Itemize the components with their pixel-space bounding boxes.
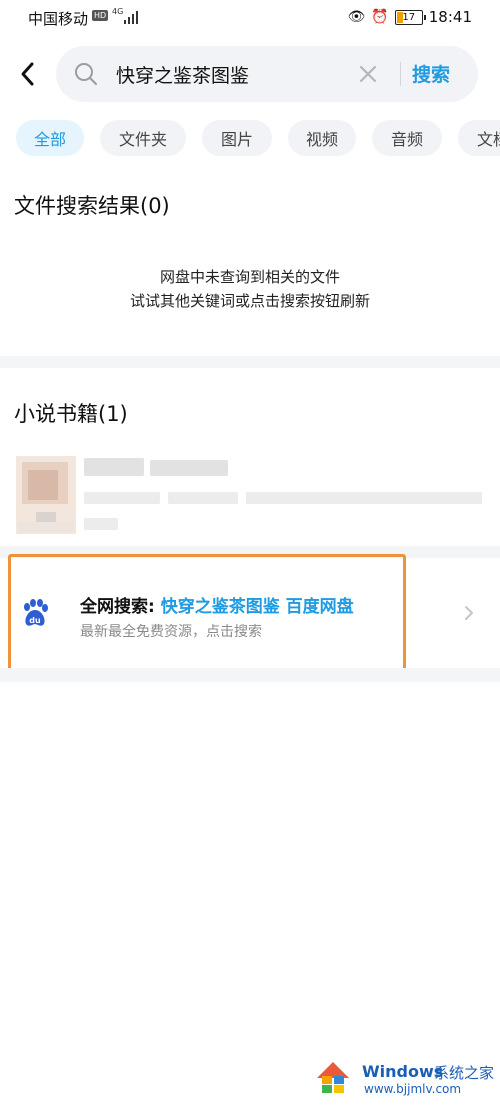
baidu-paw-icon: du xyxy=(24,599,48,626)
search-icon xyxy=(75,63,97,85)
web-search-prefix: 全网搜索: xyxy=(80,597,155,617)
book-desc-blurred xyxy=(246,492,482,504)
book-cover xyxy=(16,456,76,534)
tab-all[interactable]: 全部 xyxy=(16,120,84,156)
status-bar: 中国移动 HD 4G 👁 ⏰ 17 18:41 xyxy=(0,0,500,36)
watermark-suffix: 系统之家 xyxy=(434,1064,495,1082)
tab-video[interactable]: 视频 xyxy=(288,120,356,156)
tab-document[interactable]: 文档 xyxy=(458,120,500,156)
empty-message-line2: 试试其他关键词或点击搜索按钮刷新 xyxy=(129,292,370,310)
search-box[interactable]: 搜索 xyxy=(56,46,478,102)
clear-icon[interactable] xyxy=(356,62,380,86)
chevron-right-icon[interactable] xyxy=(463,604,475,622)
chevron-left-icon xyxy=(21,62,34,86)
clock: 18:41 xyxy=(428,8,472,26)
svg-text:du: du xyxy=(29,616,41,625)
book-meta-blurred xyxy=(84,518,118,530)
watermark-url: www.bjjmlv.com xyxy=(364,1082,462,1096)
tab-audio[interactable]: 音频 xyxy=(372,120,442,156)
book-title-blurred xyxy=(150,460,228,476)
watermark-brand: Windows xyxy=(362,1062,444,1081)
tab-folder[interactable]: 文件夹 xyxy=(100,120,186,156)
status-right: 👁 ⏰ 17 18:41 xyxy=(348,8,472,26)
empty-message-line1: 网盘中未查询到相关的文件 xyxy=(159,268,340,286)
search-divider xyxy=(400,62,401,86)
carrier-name: 中国移动 xyxy=(28,10,89,28)
web-search-card[interactable] xyxy=(8,554,406,680)
alarm-icon: ⏰ xyxy=(371,9,389,25)
novel-results-title: 小说书籍(1) xyxy=(14,402,128,426)
eye-icon: 👁 xyxy=(347,9,366,25)
network-type: 4G xyxy=(112,7,124,16)
web-search-subtitle: 最新最全免费资源，点击搜索 xyxy=(80,624,262,640)
tab-image[interactable]: 图片 xyxy=(202,120,272,156)
section-separator xyxy=(0,356,500,368)
web-search-title: 全网搜索: 快穿之鉴茶图鉴 百度网盘 xyxy=(80,592,354,617)
windows-logo-watermark xyxy=(317,1062,349,1093)
book-title-blurred xyxy=(84,458,144,476)
book-desc-blurred xyxy=(84,492,160,504)
battery-level: 17 xyxy=(402,11,416,23)
signal-icon xyxy=(124,10,138,24)
back-button[interactable] xyxy=(16,60,40,88)
web-search-keyword: 快穿之鉴茶图鉴 百度网盘 xyxy=(160,597,354,617)
hd-badge: HD xyxy=(92,10,109,21)
book-desc-blurred xyxy=(168,492,238,504)
file-results-title: 文件搜索结果(0) xyxy=(14,194,170,218)
section-separator xyxy=(0,668,500,682)
battery-icon: 17 xyxy=(394,9,426,25)
search-input[interactable] xyxy=(116,60,396,88)
filter-tabs: 全部 文件夹 图片 视频 音频 文档 xyxy=(0,120,500,158)
search-button[interactable]: 搜索 xyxy=(412,60,450,87)
